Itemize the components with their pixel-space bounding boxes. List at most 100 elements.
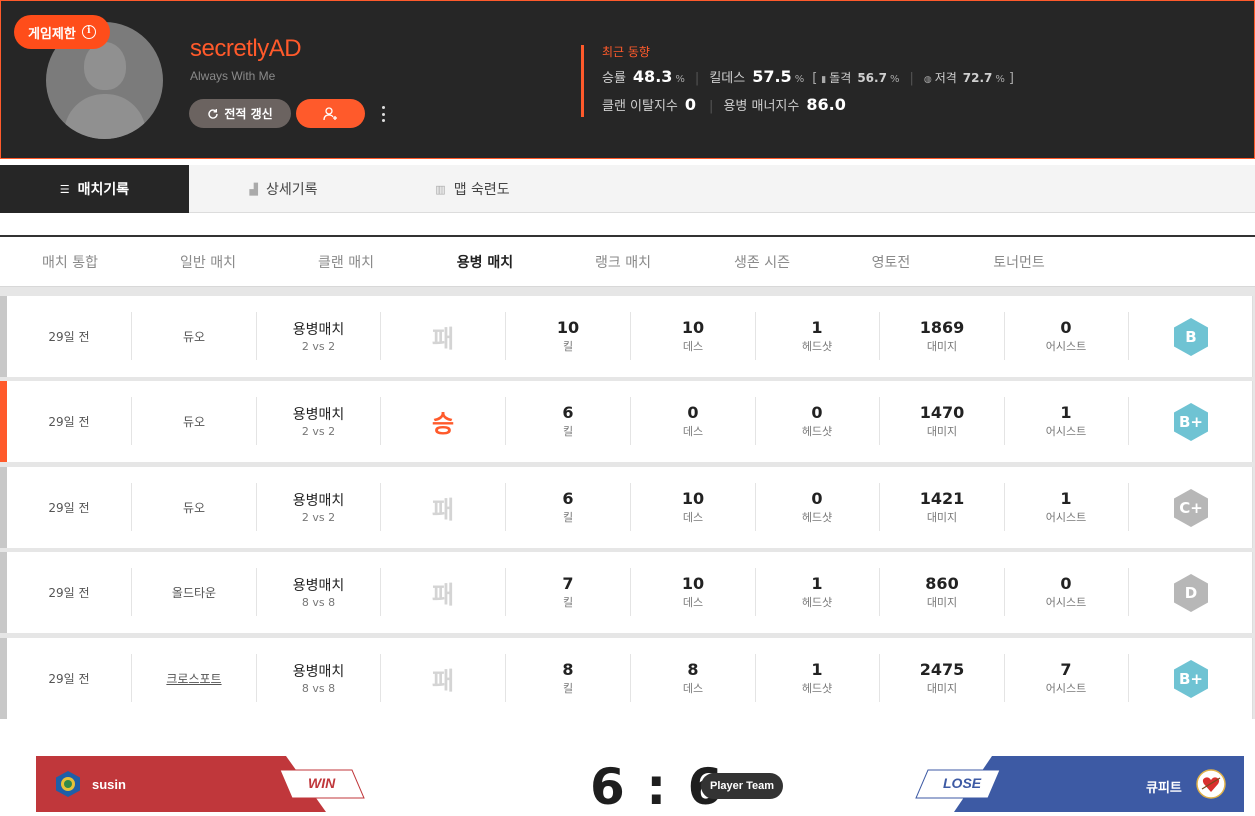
kill-stat: 10 킬 bbox=[506, 312, 631, 360]
add-friend-button[interactable] bbox=[296, 99, 365, 128]
player-team-badge: Player Team bbox=[701, 773, 783, 799]
result-strip bbox=[0, 381, 7, 462]
match-result: 패 bbox=[381, 483, 506, 531]
match-row[interactable]: 29일 전 듀오 용병매치 2 vs 2 패 6킬 10 데스 0 헤드샷 1421 대… bbox=[0, 467, 1253, 548]
match-type-tabs: 매치 통합 일반 매치 클랜 매치 용병 매치 랭크 매치 생존 시즌 영토전 … bbox=[0, 235, 1255, 287]
match-type: 용병매치 2 vs 2 bbox=[257, 397, 381, 445]
match-time: 29일 전 bbox=[7, 654, 132, 702]
tab-detail-record[interactable]: ▟ 상세기록 bbox=[189, 165, 378, 213]
restriction-badge-label: 게임제한 bbox=[28, 26, 76, 42]
subtab-clan[interactable]: 클랜 매치 bbox=[286, 237, 406, 289]
headshot-stat: 1 헤드샷 bbox=[755, 654, 880, 702]
match-result: 패 bbox=[381, 312, 506, 360]
list-icon: ☰ bbox=[59, 182, 70, 196]
winning-team-banner: susin WIN bbox=[36, 756, 366, 812]
death-stat: 0 데스 bbox=[631, 397, 756, 445]
headshot-stat: 1 헤드샷 bbox=[755, 312, 880, 360]
subtab-rank[interactable]: 랭크 매치 bbox=[563, 237, 683, 289]
manner-value: 86.0 bbox=[806, 95, 846, 114]
assault-value: 56.7 bbox=[857, 71, 887, 85]
subtab-all[interactable]: 매치 통합 bbox=[10, 237, 130, 289]
headshot-stat: 0 헤드샷 bbox=[755, 397, 880, 445]
losing-team-name[interactable]: 큐피트 bbox=[1146, 777, 1182, 796]
match-type: 용병매치 2 vs 2 bbox=[257, 312, 381, 360]
damage-stat: 860 대미지 bbox=[880, 568, 1005, 616]
match-result: 패 bbox=[381, 568, 506, 616]
main-tabs: ☰ 매치기록 ▟ 상세기록 ▥ 맵 숙련도 bbox=[0, 165, 1255, 213]
result-strip bbox=[0, 552, 7, 633]
result-strip bbox=[0, 638, 7, 719]
kill-stat: 7킬 bbox=[506, 568, 631, 616]
grade-badge: B bbox=[1172, 317, 1210, 357]
match-mode-link[interactable]: 크로스포트 bbox=[132, 654, 257, 702]
match-time: 29일 전 bbox=[7, 312, 132, 360]
subtab-tournament[interactable]: 토너먼트 bbox=[959, 237, 1079, 289]
match-time: 29일 전 bbox=[7, 483, 132, 531]
subtab-normal[interactable]: 일반 매치 bbox=[148, 237, 268, 289]
manner-stats-row: 클랜 이탈지수 0 | 용병 매너지수 86.0 bbox=[602, 95, 846, 114]
match-type: 용병매치 8 vs 8 bbox=[257, 654, 381, 702]
headshot-stat: 1 헤드샷 bbox=[755, 568, 880, 616]
assist-stat: 0 어시스트 bbox=[1004, 312, 1129, 360]
match-mode: 듀오 bbox=[132, 483, 257, 531]
result-strip bbox=[0, 467, 7, 548]
winning-team-name[interactable]: susin bbox=[92, 777, 126, 792]
grade-badge: B+ bbox=[1172, 659, 1210, 699]
subtab-survival[interactable]: 생존 시즌 bbox=[702, 237, 822, 289]
assist-stat: 1 어시스트 bbox=[1004, 397, 1129, 445]
subtab-mercenary[interactable]: 용병 매치 bbox=[425, 237, 545, 289]
map-icon: ▥ bbox=[435, 182, 446, 196]
refresh-record-button[interactable]: 전적 갱신 bbox=[189, 99, 291, 128]
kd-value: 57.5 bbox=[752, 67, 792, 86]
match-row[interactable]: 29일 전 크로스포트 용병매치 8 vs 8 패 8킬 8 데스 1 헤드샷 247… bbox=[0, 638, 1253, 719]
match-type: 용병매치 8 vs 8 bbox=[257, 568, 381, 616]
match-time: 29일 전 bbox=[7, 568, 132, 616]
match-mode: 듀오 bbox=[132, 312, 257, 360]
info-icon[interactable]: i bbox=[81, 25, 96, 39]
damage-stat: 1421 대미지 bbox=[880, 483, 1005, 531]
sniper-value: 72.7 bbox=[962, 71, 993, 85]
death-stat: 10 데스 bbox=[631, 568, 756, 616]
refresh-record-label: 전적 갱신 bbox=[224, 107, 273, 121]
match-time: 29일 전 bbox=[7, 397, 132, 445]
losing-team-banner: LOSE 큐피트 bbox=[914, 756, 1244, 812]
assist-stat: 1 어시스트 bbox=[1004, 483, 1129, 531]
tab-match-record[interactable]: ☰ 매치기록 bbox=[0, 165, 189, 213]
clan-emblem-icon bbox=[56, 771, 80, 797]
clan-leave-value: 0 bbox=[684, 95, 697, 114]
subtab-territory[interactable]: 영토전 bbox=[831, 237, 951, 289]
assault-icon: ▮ bbox=[821, 75, 827, 85]
match-row[interactable]: 29일 전 듀오 용병매치 2 vs 2 패 10 킬 10 데스 1 헤드샷 1869… bbox=[0, 296, 1253, 377]
death-stat: 10 데스 bbox=[631, 312, 756, 360]
death-stat: 10 데스 bbox=[631, 483, 756, 531]
match-type: 용병매치 2 vs 2 bbox=[257, 483, 381, 531]
player-nickname: secretlyAD bbox=[190, 35, 302, 62]
match-result: 패 bbox=[381, 654, 506, 702]
stats-divider bbox=[581, 45, 584, 117]
match-row[interactable]: 29일 전 듀오 용병매치 2 vs 2 승 6킬 0 데스 0 헤드샷 1470 대미… bbox=[0, 381, 1253, 462]
grade-badge: B+ bbox=[1172, 402, 1210, 442]
death-stat: 8 데스 bbox=[631, 654, 756, 702]
match-mode: 듀오 bbox=[132, 397, 257, 445]
lose-flag: LOSE bbox=[943, 775, 982, 791]
headshot-stat: 0 헤드샷 bbox=[755, 483, 880, 531]
damage-stat: 2475 대미지 bbox=[880, 654, 1005, 702]
damage-stat: 1869 대미지 bbox=[880, 312, 1005, 360]
restriction-badge[interactable]: 게임제한 i bbox=[14, 15, 110, 49]
grade-badge: D bbox=[1172, 573, 1210, 613]
match-result: 승 bbox=[381, 397, 506, 445]
kill-stat: 6킬 bbox=[506, 483, 631, 531]
refresh-icon bbox=[208, 108, 219, 119]
tab-map-proficiency[interactable]: ▥ 맵 숙련도 bbox=[378, 165, 567, 213]
cupid-heart-icon bbox=[1196, 769, 1226, 799]
damage-stat: 1470 대미지 bbox=[880, 397, 1005, 445]
more-options-icon[interactable] bbox=[377, 103, 389, 125]
player-subtitle: Always With Me bbox=[190, 69, 276, 83]
match-list: 29일 전 듀오 용병매치 2 vs 2 패 10 킬 10 데스 1 헤드샷 1869… bbox=[0, 287, 1255, 719]
recent-stats-row: 승률 48.3 % | 킬데스 57.5 % [ ▮ 돌격 56.7 % | ◍… bbox=[602, 67, 1014, 86]
match-row[interactable]: 29일 전 올드타운 용병매치 8 vs 8 패 7킬 10 데스 1 헤드샷 860… bbox=[0, 552, 1253, 633]
add-user-icon bbox=[322, 106, 337, 120]
chart-icon: ▟ bbox=[249, 182, 258, 196]
grade-badge: C+ bbox=[1172, 488, 1210, 528]
sniper-icon: ◍ bbox=[923, 75, 932, 85]
